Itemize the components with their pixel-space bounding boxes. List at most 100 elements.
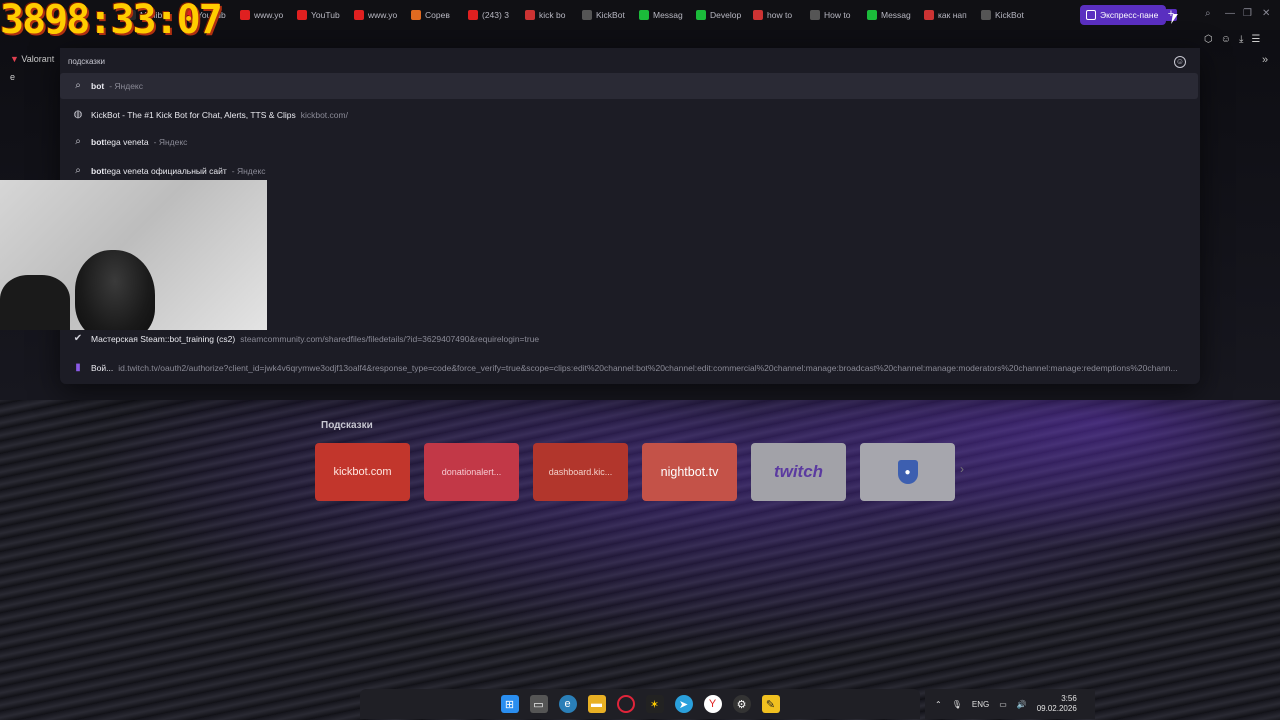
steam-icon: ✔ xyxy=(73,333,83,344)
webcam-person xyxy=(75,250,155,330)
tile-label: twitch xyxy=(773,462,824,481)
search-tabs-icon[interactable]: ⌕ xyxy=(1205,8,1211,19)
speed-dial-tile[interactable]: twitch xyxy=(751,443,846,501)
suggestion-row[interactable]: ⌕ bot - Яндекс xyxy=(60,73,1198,99)
speed-dial-tiles: kickbot.com donationalert... dashboard.kic… xyxy=(315,443,955,501)
maximize-icon[interactable]: ❐ xyxy=(1243,8,1252,19)
screen: My lib YouTub www.yo YouTub www.yo Сорев (243)… xyxy=(0,0,1280,720)
youtube-icon xyxy=(354,10,364,20)
tab-label: KickBot xyxy=(995,10,1024,20)
tab-express-panel[interactable]: Экспресс-пане xyxy=(1080,5,1166,25)
tab-15[interactable]: KickBot xyxy=(975,5,1032,25)
tab-7[interactable]: kick bo xyxy=(519,5,576,25)
chevron-right-icon[interactable]: › xyxy=(960,462,964,476)
language-indicator[interactable]: ENG xyxy=(972,700,989,709)
tab-label: (243) 3 xyxy=(482,10,509,20)
edge-icon[interactable]: e xyxy=(558,695,577,713)
tab-8[interactable]: KickBot xyxy=(576,5,633,25)
suggestion-row[interactable]: ▮ Вой... id.twitch.tv/oauth2/authorize?cli… xyxy=(60,355,1198,381)
tab-label: Экспресс-пане xyxy=(1100,10,1159,20)
yandex-icon xyxy=(525,10,535,20)
triangle-icon xyxy=(411,10,421,20)
tab-label: Messag xyxy=(653,10,683,20)
tab-label: how to xyxy=(767,10,793,20)
suggestion-row[interactable]: ◍ KickBot - The #1 Kick Bot for Chat, Ale… xyxy=(60,102,1198,128)
tab-13[interactable]: Messag xyxy=(861,5,918,25)
speed-dial-tile[interactable]: dashboard.kic... xyxy=(533,443,628,501)
tab-9[interactable]: Messag xyxy=(633,5,690,25)
task-view-icon[interactable]: ▭ xyxy=(529,695,548,713)
suggestion-match: bot xyxy=(91,166,105,176)
microphone-icon[interactable]: 🎙 xyxy=(952,700,962,709)
telegram-icon[interactable]: ➤ xyxy=(674,695,693,713)
speed-dial-title: Подсказки xyxy=(321,420,373,431)
opera-icon[interactable] xyxy=(616,695,635,713)
twitch-icon: ▮ xyxy=(75,362,81,373)
file-explorer-icon[interactable]: ▬ xyxy=(587,695,606,713)
clock[interactable]: 3:56 09.02.2026 xyxy=(1037,694,1077,714)
yandex-icon xyxy=(753,10,763,20)
tab-3[interactable]: YouTub xyxy=(291,5,348,25)
tab-11[interactable]: how to xyxy=(747,5,804,25)
tab-label: Сорев xyxy=(425,10,450,20)
network-icon[interactable]: ▭ xyxy=(999,700,1007,709)
tab-2[interactable]: www.yo xyxy=(234,5,291,25)
suggestions-header: подсказки xyxy=(68,57,105,66)
suggestion-text: Вой... xyxy=(91,363,114,373)
speed-dial-tile[interactable]: kickbot.com xyxy=(315,443,410,501)
suggestion-text: tega veneta xyxy=(104,137,149,147)
suggestion-match: bot xyxy=(91,137,105,147)
speed-dial-tile[interactable]: donationalert... xyxy=(424,443,519,501)
shield-icon: ● xyxy=(897,460,918,484)
bookmark-item[interactable]: ▼ Valorant e xyxy=(0,50,60,82)
tab-label: как нап xyxy=(938,10,967,20)
kick-icon xyxy=(867,10,877,20)
tab-4[interactable]: www.yo xyxy=(348,5,405,25)
speed-dial-tile[interactable]: nightbot.tv xyxy=(642,443,737,501)
close-icon[interactable]: ✕ xyxy=(1262,8,1270,19)
app-icon[interactable]: ✶ xyxy=(645,695,664,713)
tab-label: www.yo xyxy=(254,10,284,20)
system-tray: ⌃ 🎙 ENG ▭ 🔊 3:56 09.02.2026 xyxy=(925,689,1095,719)
volume-icon[interactable]: 🔊 xyxy=(1017,700,1027,709)
search-icon: ⌕ xyxy=(75,80,81,91)
yandex-browser-icon[interactable]: Y xyxy=(703,695,722,713)
download-icon[interactable]: ⤓ xyxy=(1239,34,1243,45)
menu-icon[interactable]: ☰ xyxy=(1251,34,1260,45)
speed-dial-tile[interactable]: ● xyxy=(860,443,955,501)
suggestion-text: KickBot - The #1 Kick Bot for Chat, Aler… xyxy=(91,110,296,120)
smiley-icon[interactable]: ☺ xyxy=(1174,56,1186,68)
tab-label: Messag xyxy=(881,10,911,20)
tab-label: www.yo xyxy=(368,10,398,20)
stream-timer-overlay: 3898:33:07 xyxy=(0,0,223,43)
tab-14[interactable]: как нап xyxy=(918,5,975,25)
tile-label: nightbot.tv xyxy=(660,465,719,479)
tab-label: How to xyxy=(824,10,851,20)
minimize-icon[interactable]: — xyxy=(1225,8,1235,19)
youtube-icon xyxy=(297,10,307,20)
tab-6[interactable]: (243) 3 xyxy=(462,5,519,25)
globe-icon: ◍ xyxy=(73,109,83,120)
extensions-icon[interactable]: ⬡ xyxy=(1204,34,1213,45)
tab-10[interactable]: Develop xyxy=(690,5,747,25)
tab-label: Develop xyxy=(710,10,742,20)
steam-icon[interactable]: ⚙ xyxy=(732,695,751,713)
search-icon: ⌕ xyxy=(75,165,81,176)
suggestion-text: tega veneta официальный сайт xyxy=(104,166,227,176)
page-icon xyxy=(810,10,820,20)
clock-time: 3:56 xyxy=(1061,694,1077,703)
sidebar-toggle-icon[interactable]: » xyxy=(1262,54,1268,66)
tab-5[interactable]: Сорев xyxy=(405,5,462,25)
suggestion-hint: - Яндекс xyxy=(231,166,266,176)
chevron-up-icon[interactable]: ⌃ xyxy=(935,700,942,709)
valorant-icon: ▼ xyxy=(10,54,22,64)
windows-start-icon[interactable]: ⊞ xyxy=(500,695,519,713)
windows-taskbar: ⊞ ▭ e ▬ ✶ ➤ Y ⚙ ✎ xyxy=(360,689,920,719)
script-app-icon[interactable]: ✎ xyxy=(761,695,780,713)
browser-toolbar-right: ⬡ ☺ ⤓ ☰ xyxy=(1200,30,1280,48)
profile-icon[interactable]: ☺ xyxy=(1221,34,1231,45)
kick-icon xyxy=(696,10,706,20)
suggestion-match: bot xyxy=(91,81,105,91)
tab-12[interactable]: How to xyxy=(804,5,861,25)
suggestion-row[interactable]: ⌕ bot tega veneta - Яндекс xyxy=(60,129,1198,155)
